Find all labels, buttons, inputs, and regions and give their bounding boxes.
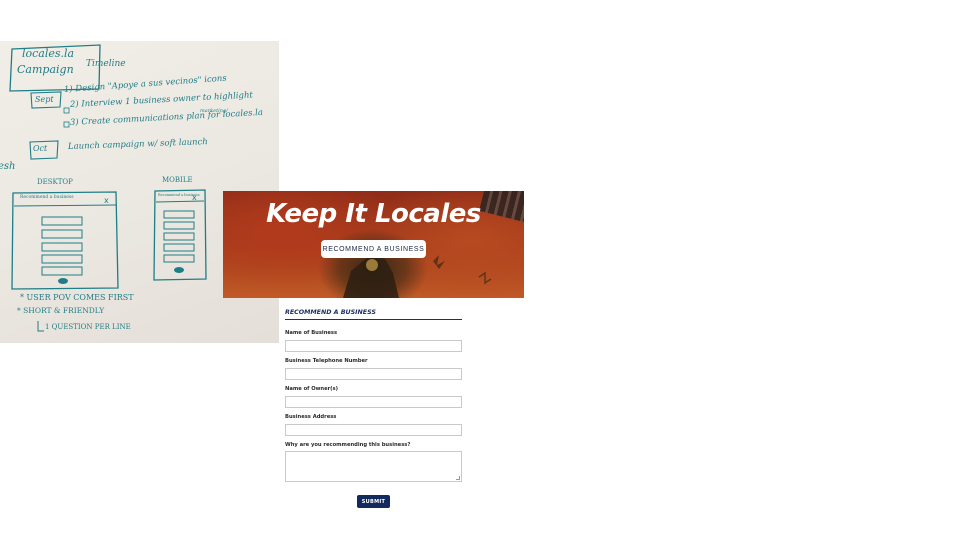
business-address-label: Business Address: [285, 414, 337, 420]
wb-sept-label: Sept: [35, 95, 54, 104]
recommend-reason-label: Why are you recommending this business?: [285, 442, 411, 448]
svg-text:x: x: [104, 196, 109, 205]
wb-left-edge-text: esh: [0, 161, 16, 172]
wb-sketch-desktop-title: Recommend a business: [20, 195, 74, 200]
wb-title-line2: Campaign: [17, 63, 74, 76]
recommend-business-button[interactable]: RECOMMEND A BUSINESS: [321, 240, 426, 258]
owner-name-label: Name of Owner(s): [285, 386, 338, 392]
hero-title: Keep It Locales: [266, 199, 481, 229]
business-name-input[interactable]: [285, 340, 462, 352]
hero-banner: Keep It Locales RECOMMEND A BUSINESS: [223, 191, 524, 298]
wb-note3: 1 QUESTION PER LINE: [45, 323, 131, 331]
form-title: RECOMMEND A BUSINESS: [285, 309, 462, 320]
business-phone-input[interactable]: [285, 368, 462, 380]
wb-sketch-mobile-title: Recommend a business: [158, 193, 200, 197]
wb-title-line1: locales.la: [22, 47, 75, 60]
owner-name-input[interactable]: [285, 396, 462, 408]
business-address-input[interactable]: [285, 424, 462, 436]
business-phone-label: Business Telephone Number: [285, 358, 368, 364]
wb-oct-label: Oct: [33, 144, 48, 153]
wb-timeline-label: Timeline: [86, 59, 126, 69]
resize-handle-icon[interactable]: [456, 476, 460, 480]
wb-mobile-label: MOBILE: [162, 176, 193, 184]
recommend-reason-textarea[interactable]: [285, 451, 462, 482]
wb-note1: * USER POV COMES FIRST: [20, 293, 134, 302]
wb-note2: * SHORT & FRIENDLY: [17, 306, 105, 315]
business-name-label: Name of Business: [285, 330, 338, 336]
submit-button[interactable]: SUBMIT: [357, 495, 390, 508]
wb-desktop-label: DESKTOP: [37, 178, 73, 186]
